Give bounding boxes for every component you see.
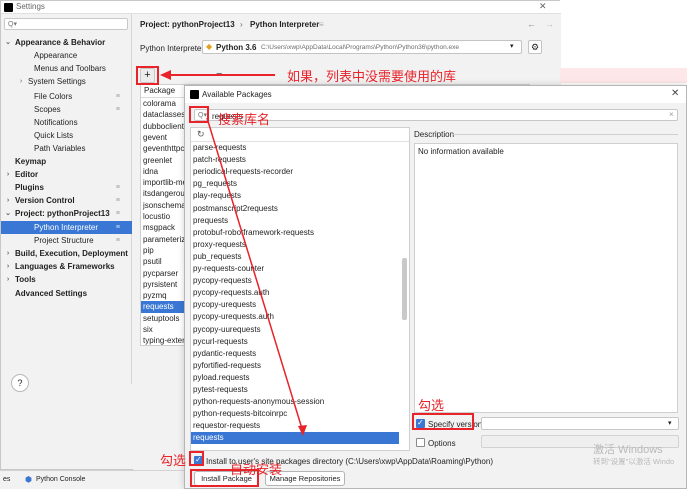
annotation-arrows — [206, 117, 307, 436]
result-arrow-head — [298, 425, 307, 436]
check-user-annotation: 勾选 — [160, 453, 187, 468]
result-arrow-line — [206, 117, 304, 433]
check-version-annotation: 勾选 — [418, 398, 445, 413]
specify-version-highlight — [412, 413, 474, 430]
install-user-highlight — [189, 451, 204, 466]
install-button-highlight — [190, 469, 259, 487]
watermark-subtitle: 转到"设置"以激活 Windo — [593, 457, 675, 466]
watermark-title: 激活 Windows — [593, 444, 663, 456]
